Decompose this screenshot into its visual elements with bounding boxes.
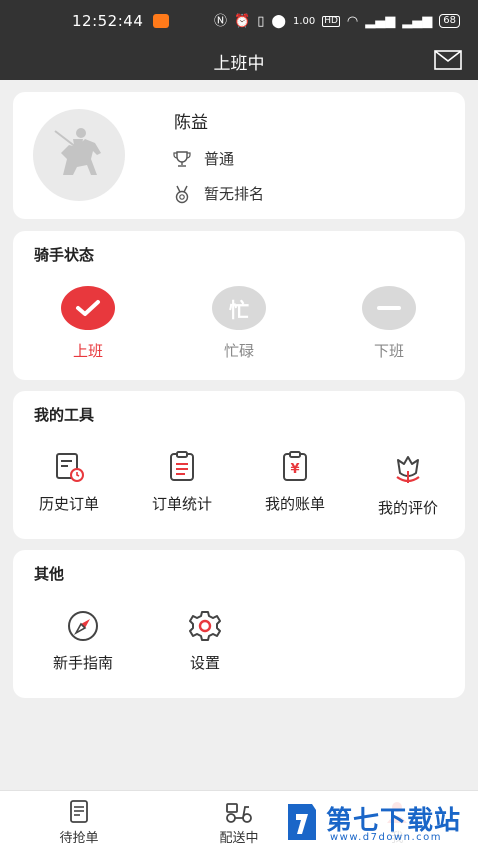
check-icon: [61, 286, 115, 330]
state-busy[interactable]: 忙 忙碌: [184, 286, 294, 361]
status-icons: Ⓝ ⏰ ▯ ⬤ 1.00 HD ◠ ▂▄▆ ▂▄▆ 68: [214, 14, 460, 28]
gear-icon: [189, 611, 221, 641]
tool-order-history-label: 历史订单: [38, 495, 99, 513]
vibrate-icon: ▯: [257, 13, 265, 29]
tool-order-stats[interactable]: 订单统计: [126, 449, 238, 514]
rider-status-card: 骑手状态 上班 忙 忙碌 下班: [13, 231, 465, 380]
wifi-icon: ◠: [346, 13, 359, 29]
tab-delivering[interactable]: 配送中: [194, 799, 284, 846]
state-busy-label: 忙碌: [223, 342, 254, 360]
status-time: 12:52:44: [72, 12, 144, 30]
clipboard-list-icon: [170, 451, 194, 481]
knight-horse-icon: [54, 128, 101, 175]
title-bar: 上班中: [0, 42, 478, 80]
rank-text: 暂无排名: [204, 185, 265, 203]
signal-icon: ▂▄▆: [365, 13, 396, 29]
trophy-icon: [173, 150, 191, 167]
page-title: 上班中: [213, 53, 265, 74]
order-history-icon: [56, 453, 84, 482]
hd-icon: HD: [322, 15, 340, 27]
level-text: 普通: [204, 150, 235, 168]
settings-label: 设置: [189, 654, 220, 672]
watermark-url: www.d7down.com: [330, 832, 443, 843]
busy-glyph: 忙: [229, 297, 249, 322]
tool-my-bill[interactable]: ¥ 我的账单: [239, 449, 351, 514]
network-speed: 1.00: [292, 15, 316, 27]
signal-icon: ▂▄▆: [402, 13, 433, 29]
busy-icon: 忙: [212, 286, 266, 330]
profile-card[interactable]: 陈益 普通 暂无排名: [13, 92, 465, 219]
alarm-icon: ⏰: [234, 13, 251, 29]
tool-my-bill-label: 我的账单: [264, 495, 325, 513]
battery-icon: 68: [439, 14, 460, 28]
tools-card: 我的工具 历史订单 订单统计 ¥ 我的账单 我的评价: [13, 391, 465, 539]
tab-pending-orders-label: 待抢单: [59, 831, 99, 846]
evaluation-icon: [396, 456, 420, 483]
tools-title: 我的工具: [34, 406, 95, 424]
tool-order-stats-label: 订单统计: [151, 495, 212, 513]
state-on-duty-label: 上班: [72, 342, 103, 360]
state-on-duty[interactable]: 上班: [33, 286, 143, 361]
medal-icon: [175, 185, 189, 203]
other-card: 其他 新手指南 设置: [13, 550, 465, 698]
tab-delivering-label: 配送中: [219, 831, 259, 846]
compass-icon: [68, 611, 98, 641]
other-title: 其他: [34, 565, 65, 583]
settings[interactable]: 设置: [149, 608, 261, 673]
document-icon: [70, 800, 88, 823]
tool-my-evaluation-label: 我的评价: [377, 499, 438, 517]
bill-yuan-icon: ¥: [283, 451, 307, 481]
state-off-duty[interactable]: 下班: [334, 286, 444, 361]
location-icon: ⬤: [271, 13, 286, 29]
rank-row: 暂无排名: [172, 183, 264, 204]
avatar[interactable]: [33, 109, 125, 201]
tool-my-evaluation[interactable]: 我的评价: [352, 449, 464, 518]
scooter-icon: [226, 803, 252, 823]
tab-pending-orders[interactable]: 待抢单: [34, 799, 124, 846]
app-notification-icon: [153, 14, 170, 28]
user-name: 陈益: [174, 113, 208, 133]
beginner-guide[interactable]: 新手指南: [27, 608, 139, 673]
mail-icon[interactable]: [434, 50, 462, 70]
status-bar: 12:52:44 Ⓝ ⏰ ▯ ⬤ 1.00 HD ◠ ▂▄▆ ▂▄▆ 68: [0, 0, 478, 42]
tool-order-history[interactable]: 历史订单: [13, 449, 125, 514]
watermark-logo-icon: [288, 804, 316, 840]
minus-icon: [362, 286, 416, 330]
level-row: 普通: [172, 148, 234, 169]
rider-status-title: 骑手状态: [34, 246, 95, 264]
bill-yuan-glyph: ¥: [290, 462, 299, 477]
watermark: 第七下载站 www.d7down.com: [282, 796, 478, 850]
nfc-icon: Ⓝ: [214, 13, 228, 29]
beginner-guide-label: 新手指南: [52, 654, 113, 672]
state-off-duty-label: 下班: [373, 342, 404, 360]
